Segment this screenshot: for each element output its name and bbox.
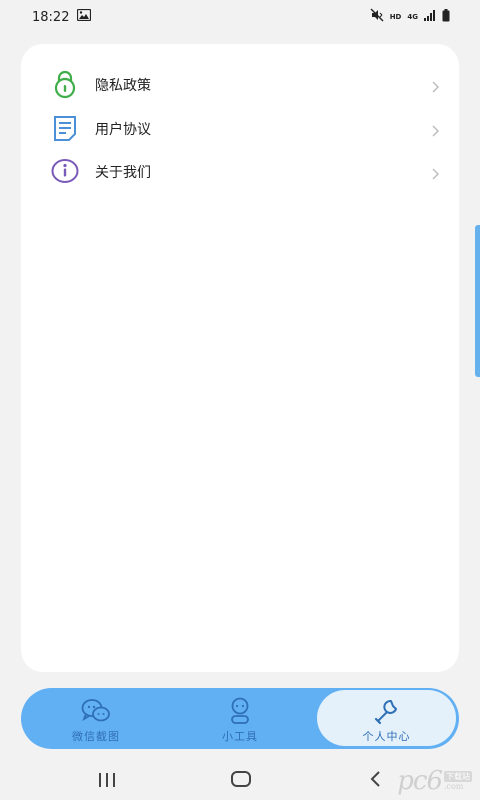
watermark-badge: 下载站 [444, 771, 472, 782]
menu-item-label: 用户协议 [95, 122, 151, 138]
status-right: HD 4G [370, 8, 450, 26]
chevron-right-icon [431, 165, 439, 180]
hd-indicator: HD [389, 12, 402, 21]
tab-wechat-screenshot[interactable]: 微信截图 [31, 688, 161, 749]
watermark-domain: .com [444, 782, 464, 791]
robot-icon [225, 697, 255, 725]
chevron-right-icon [431, 78, 439, 93]
info-icon [50, 156, 80, 186]
chat-bubbles-icon [81, 697, 111, 725]
tab-label: 小工具 [222, 730, 258, 743]
lock-icon [50, 69, 80, 99]
back-icon[interactable] [369, 770, 381, 792]
wrench-icon [372, 697, 402, 725]
bottom-nav: 微信截图 小工具 个人中心 [21, 688, 459, 749]
signal-icon [424, 9, 436, 25]
menu-item-privacy-policy[interactable]: 隐私政策 [21, 62, 459, 106]
status-left: 18:22 [32, 8, 92, 25]
watermark-logo-text: pc6 [397, 766, 443, 796]
scroll-indicator[interactable] [475, 225, 480, 377]
tab-personal-center[interactable]: 个人中心 [317, 690, 456, 746]
tab-label: 微信截图 [72, 730, 120, 743]
tab-tools[interactable]: 小工具 [175, 688, 305, 749]
chevron-right-icon [431, 122, 439, 137]
watermark-side: 下载站 .com [444, 771, 472, 791]
tab-label: 个人中心 [362, 730, 411, 743]
home-icon[interactable] [231, 771, 251, 791]
mute-icon [370, 8, 384, 26]
network-gen-indicator: 4G [407, 12, 418, 21]
recent-apps-icon[interactable] [98, 772, 116, 791]
gallery-notification-icon [77, 8, 92, 25]
menu-item-user-agreement[interactable]: 用户协议 [21, 106, 459, 150]
document-icon [50, 113, 80, 143]
menu-item-about-us[interactable]: 关于我们 [21, 149, 459, 193]
status-time: 18:22 [32, 9, 70, 25]
system-nav-bar: pc6 下载站 .com [0, 760, 480, 800]
menu-item-label: 隐私政策 [95, 78, 151, 94]
status-bar: 18:22 HD 4G [0, 0, 480, 34]
settings-card: 隐私政策 用户协议 关于我们 [21, 44, 459, 672]
pc6-watermark: pc6 下载站 .com [397, 766, 472, 796]
menu-item-label: 关于我们 [95, 165, 151, 181]
battery-icon [442, 8, 450, 26]
